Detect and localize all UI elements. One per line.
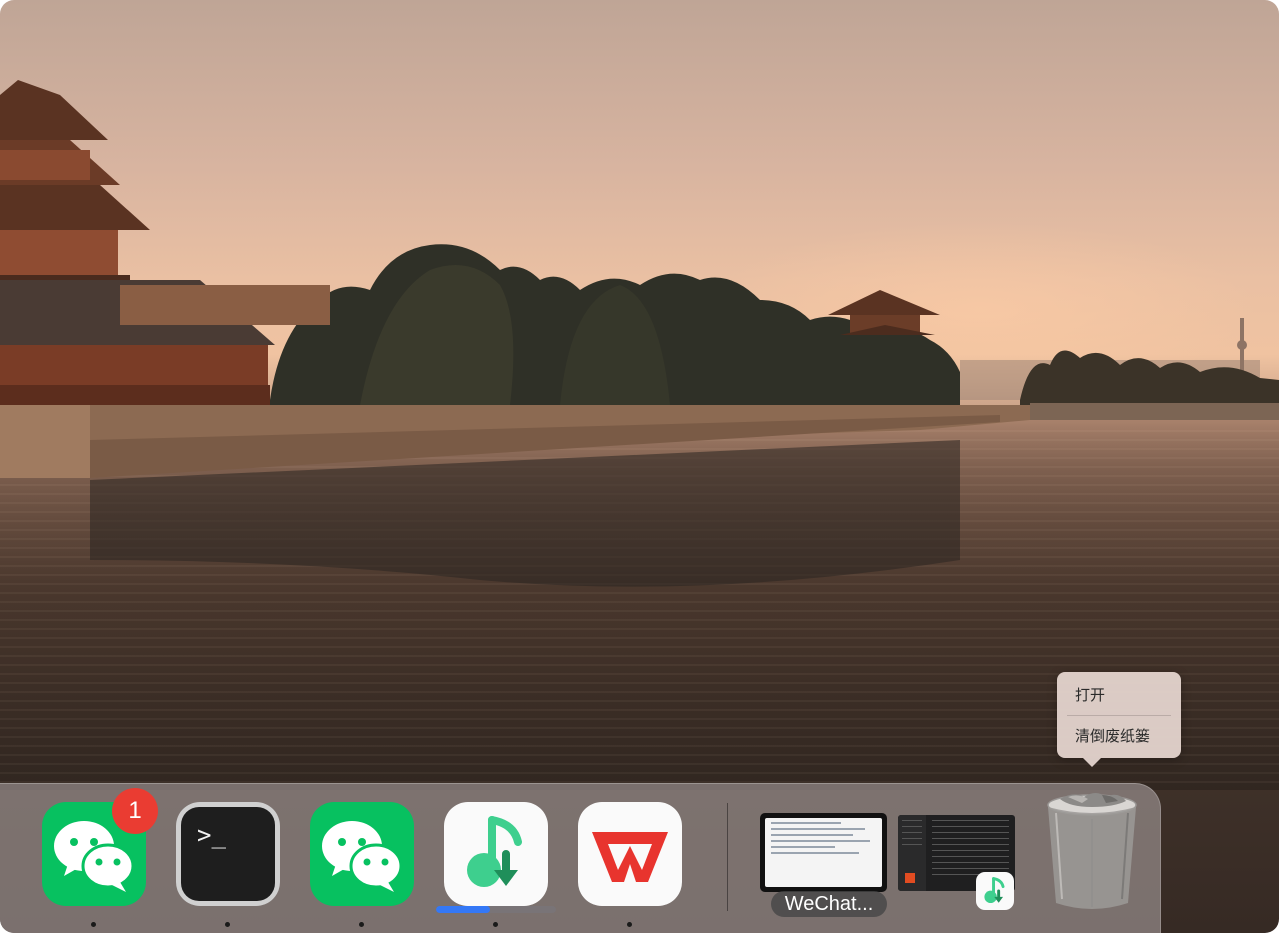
menu-separator [1067,715,1171,716]
download-progress-fill [436,906,490,913]
window-label: WeChat... [771,891,887,917]
music-download-icon [467,816,522,887]
desktop: 打开 清倒废纸篓 1 >_ WeChat... [0,0,1279,933]
dock-app-wechat-2[interactable] [310,802,414,906]
running-indicator [91,922,96,927]
window-thumbnail [765,818,882,887]
wps-icon [592,832,668,882]
terminal-icon: >_ [181,807,275,901]
running-indicator [627,922,632,927]
terminal-prompt: >_ [197,821,226,849]
music-download-icon [984,877,1005,904]
window-app-badge [976,872,1014,910]
trash-context-menu: 打开 清倒废纸篓 [1057,672,1181,767]
menu-item-open[interactable]: 打开 [1057,680,1181,710]
dock-app-terminal[interactable]: >_ [176,802,280,906]
notification-badge: 1 [112,788,158,834]
running-indicator [493,922,498,927]
running-indicator [359,922,364,927]
download-progress-bar [436,906,556,913]
wechat-icon [322,821,403,892]
minimized-window-wechat[interactable] [760,813,887,892]
running-indicator [225,922,230,927]
menu-item-empty-trash[interactable]: 清倒废纸篓 [1057,721,1181,751]
dock-trash[interactable] [1044,791,1140,918]
dock-divider [727,803,728,911]
dock-app-music-downloader[interactable] [444,802,548,906]
trash-full-icon [1047,793,1137,909]
dock-app-wps[interactable] [578,802,682,906]
